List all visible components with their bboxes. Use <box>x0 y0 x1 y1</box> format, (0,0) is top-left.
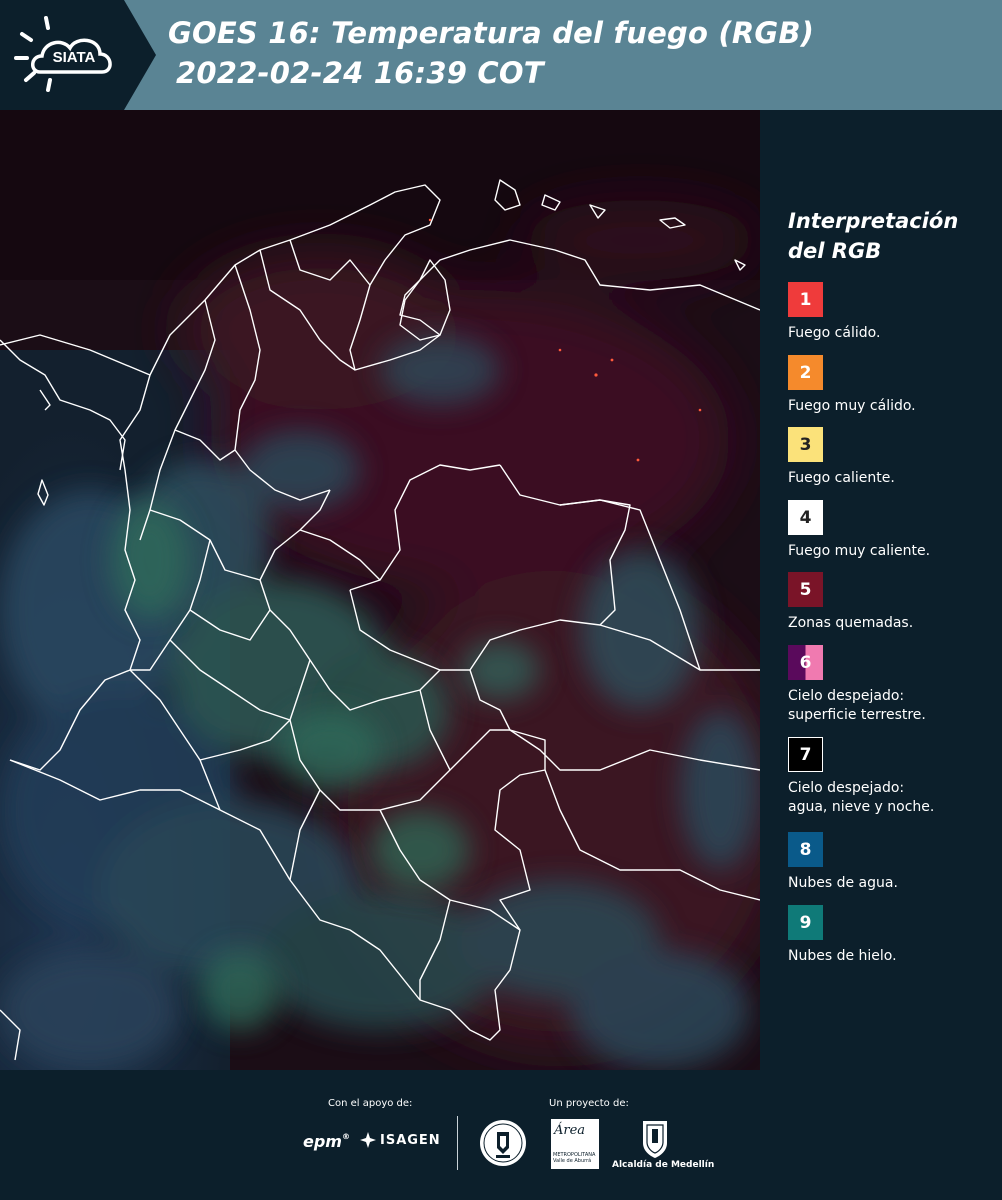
siata-logo-text: SIATA <box>53 49 96 66</box>
legend-label-2: Fuego muy cálido. <box>788 398 916 414</box>
legend-label-5: Zonas quemadas. <box>788 615 914 631</box>
page: SIATA GOES 16: Temperatura del fuego (RG… <box>0 0 1002 1200</box>
legend-label-4: Fuego muy caliente. <box>788 543 931 559</box>
legend-swatch-6: 6 <box>788 645 823 680</box>
isagen-icon <box>360 1132 376 1148</box>
area-sub-line2: Valle de Aburrá <box>553 1158 592 1164</box>
epm-logo-text: epm <box>303 1132 342 1151</box>
siata-logo-icon: SIATA <box>0 0 156 110</box>
area-logo-subtext: METROPOLITANA Valle de Aburrá <box>553 1152 595 1164</box>
legend-label-6-line1: Cielo despejado: <box>788 688 905 704</box>
legend-label-7-line1: Cielo despejado: <box>788 780 905 796</box>
epm-logo: epm® <box>303 1132 350 1151</box>
area-logo-text: Área <box>554 1123 586 1138</box>
legend-swatch-2: 2 <box>788 355 823 390</box>
support-caption: Con el apoyo de: <box>328 1098 413 1109</box>
project-caption: Un proyecto de: <box>549 1098 629 1109</box>
satellite-map-image <box>0 110 760 1070</box>
legend-swatch-4: 4 <box>788 500 823 535</box>
isagen-logo-text: ISAGEN <box>380 1132 441 1148</box>
legend-label-7-line2: agua, nieve y noche. <box>788 799 935 815</box>
legend-label-7: Cielo despejado: agua, nieve y noche. <box>788 779 934 817</box>
legend-swatch-1: 1 <box>788 282 823 317</box>
legend-label-6: Cielo despejado: superficie terrestre. <box>788 687 926 725</box>
legend-swatch-9: 9 <box>788 905 823 940</box>
legend-label-3: Fuego caliente. <box>788 470 895 486</box>
legend-swatch-5: 5 <box>788 572 823 607</box>
satellite-map <box>0 110 760 1070</box>
university-seal-icon <box>480 1120 526 1166</box>
area-metropolitana-logo: Área METROPOLITANA Valle de Aburrá <box>551 1119 599 1169</box>
legend-label-9: Nubes de hielo. <box>788 948 897 964</box>
alcaldia-shield-icon <box>643 1121 667 1158</box>
legend-title: Interpretación del RGB <box>788 206 968 266</box>
siata-logo: SIATA <box>0 0 160 110</box>
isagen-logo: ISAGEN <box>360 1132 441 1148</box>
alcaldia-text: Alcaldía de Medellín <box>612 1160 715 1170</box>
page-title: GOES 16: Temperatura del fuego (RGB) <box>168 16 815 50</box>
header: SIATA GOES 16: Temperatura del fuego (RG… <box>0 0 1002 110</box>
page-timestamp: 2022-02-24 16:39 COT <box>176 56 544 90</box>
legend-label-8: Nubes de agua. <box>788 875 898 891</box>
legend-panel: Interpretación del RGB 1 Fuego cálido. 2… <box>760 110 1002 1070</box>
legend-label-6-line2: superficie terrestre. <box>788 707 926 723</box>
footer-divider <box>457 1116 458 1170</box>
legend-swatch-7: 7 <box>788 737 823 772</box>
legend-label-1: Fuego cálido. <box>788 325 881 341</box>
legend-title-text: Interpretación del RGB <box>788 209 959 263</box>
footer: Con el apoyo de: Un proyecto de: epm® IS… <box>0 1070 1002 1200</box>
legend-swatch-8: 8 <box>788 832 823 867</box>
legend-swatch-3: 3 <box>788 427 823 462</box>
